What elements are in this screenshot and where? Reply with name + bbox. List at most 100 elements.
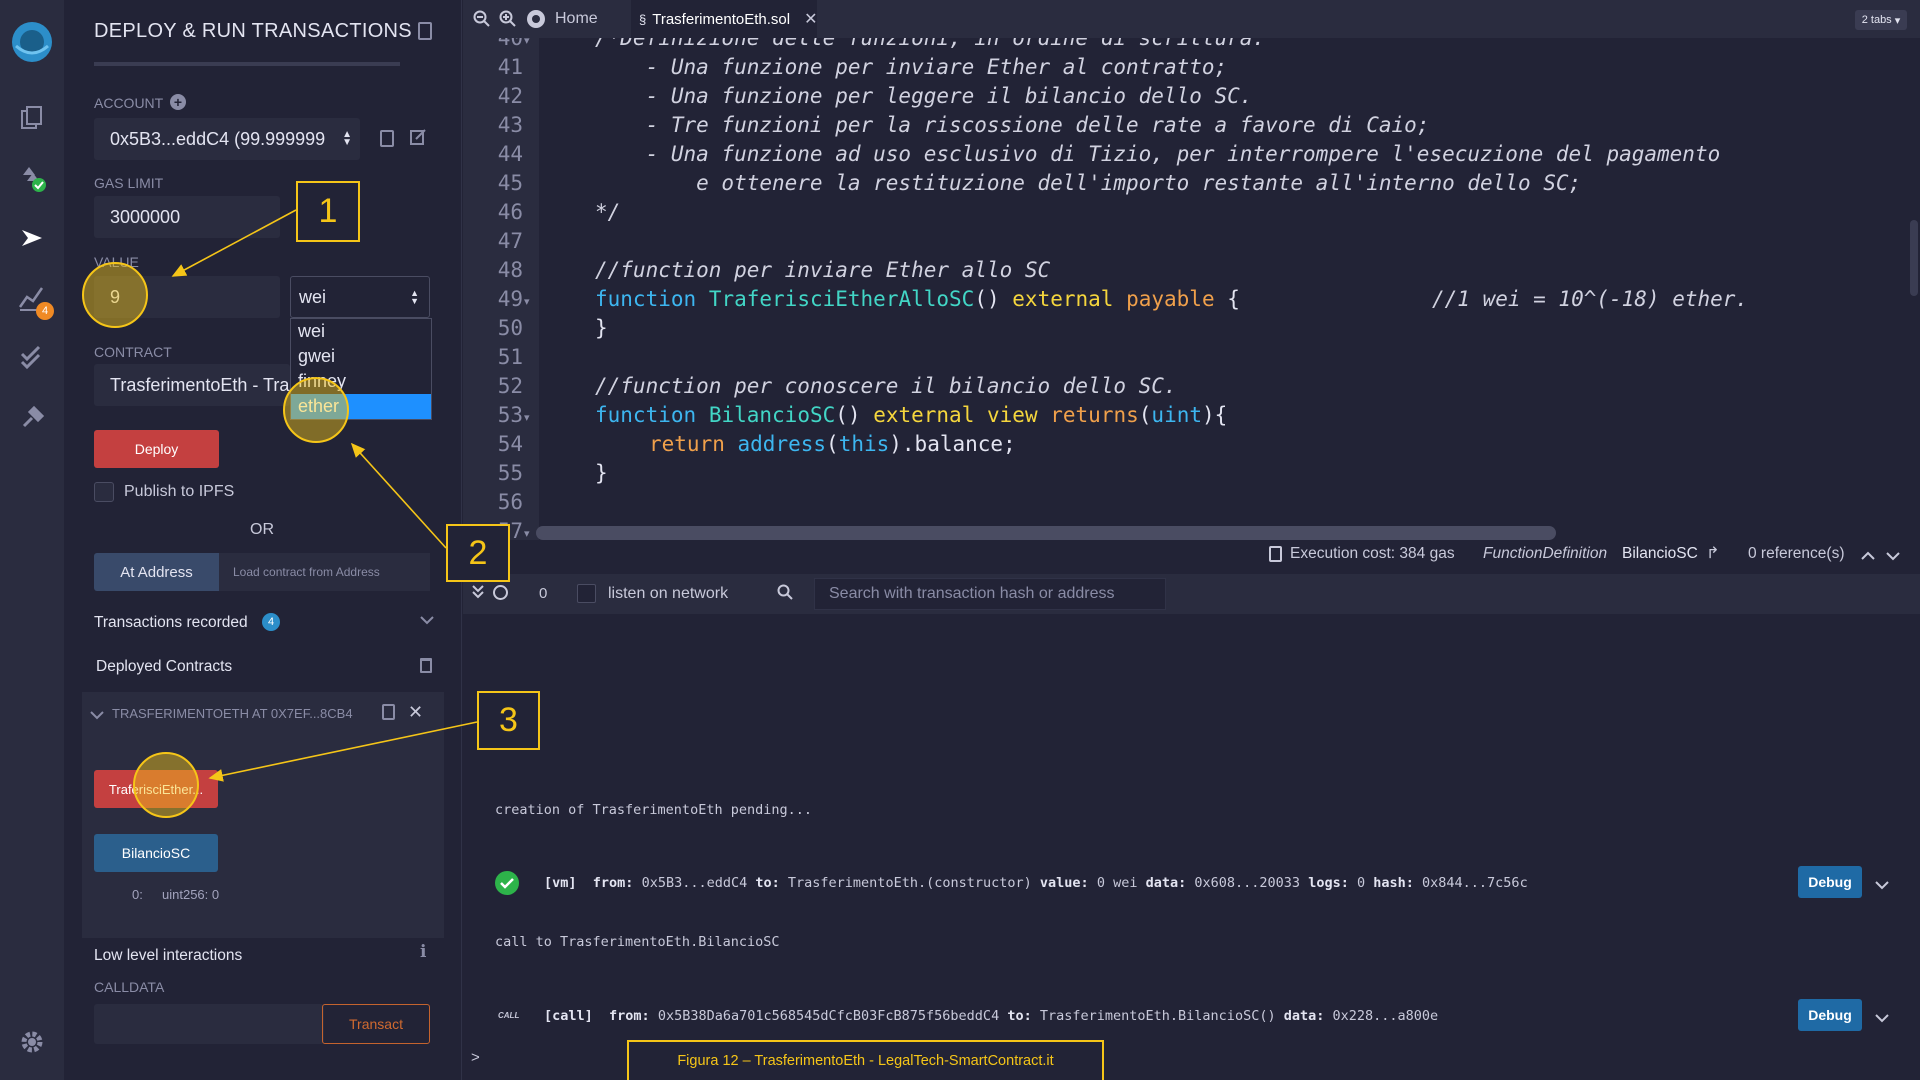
code-editor[interactable]: 40 ▾ 41 42 43 44 45 46 47 48 49 ▾ 50 51 52 53 ▾ 54 55 56 57 ▾… xyxy=(463,38,1920,546)
tabs-count-label: 2 tabs xyxy=(1861,14,1892,26)
code-line-45: e ottenere la restituzione dell'importo … xyxy=(595,171,1582,195)
vertical-scrollbar[interactable] xyxy=(1910,220,1918,296)
file-explorer-icon[interactable] xyxy=(14,100,50,136)
sign-message-icon[interactable] xyxy=(410,128,426,146)
account-select[interactable]: 0x5B3...eddC4 (99.999999 ▲ ▼ xyxy=(94,118,360,160)
highlight-ether-circle xyxy=(283,377,349,443)
bilancio-result-index: 0: xyxy=(132,887,143,902)
add-account-icon[interactable]: + xyxy=(170,94,186,110)
deploy-button[interactable]: Deploy xyxy=(94,430,219,468)
expand-tx-icon[interactable] xyxy=(1875,1010,1889,1028)
annotation-label-1: 1 xyxy=(296,181,360,242)
copy-instance-address-icon[interactable] xyxy=(382,704,395,720)
call-badge: CALL xyxy=(498,1011,520,1020)
fold-arrow-icon[interactable]: ▾ xyxy=(524,527,530,540)
tabs-count-dropdown[interactable]: 2 tabs ▾ xyxy=(1855,10,1907,30)
deploy-run-icon[interactable] xyxy=(14,220,50,256)
close-tab-icon[interactable]: ✕ xyxy=(804,9,817,29)
trash-icon[interactable] xyxy=(420,658,432,673)
paren-open: ( xyxy=(1138,403,1152,427)
code-line-49-comment: //1 wei = 10^(-18) ether. xyxy=(1432,287,1749,311)
remix-logo-icon[interactable] xyxy=(6,16,58,68)
chevron-down-icon[interactable] xyxy=(420,612,434,628)
line-number: 47 xyxy=(497,229,523,253)
plugin-manager-icon[interactable] xyxy=(14,400,50,436)
code-line-41: - Una funzione per inviare Ether al cont… xyxy=(595,55,1228,79)
code-line-43: - Tre funzioni per la riscossione delle … xyxy=(595,113,1430,137)
expand-tx-icon[interactable] xyxy=(1875,877,1889,895)
home-tab[interactable]: Home xyxy=(525,0,598,38)
zoom-out-icon[interactable] xyxy=(473,10,491,33)
line-number: 49 xyxy=(497,287,523,311)
analysis-badge: 4 xyxy=(36,302,54,320)
at-address-button[interactable]: At Address xyxy=(94,553,219,591)
load-contract-address-input[interactable]: Load contract from Address xyxy=(219,553,430,591)
unit-option-wei[interactable]: wei xyxy=(291,319,431,344)
code-line-46: */ xyxy=(595,200,621,224)
line-number: 52 xyxy=(497,374,523,398)
transact-button[interactable]: Transact xyxy=(322,1004,430,1044)
icon-bar: 4 xyxy=(0,0,64,1080)
highlight-traferisci-circle xyxy=(133,752,199,818)
unit-testing-icon[interactable] xyxy=(14,340,50,376)
paren: () xyxy=(835,403,861,427)
goto-definition-icon[interactable]: ↱ xyxy=(1706,543,1719,563)
transactions-recorded-label[interactable]: Transactions recorded xyxy=(94,614,248,632)
line-number: 44 xyxy=(497,142,523,166)
close-instance-icon[interactable]: ✕ xyxy=(408,702,423,723)
panel-docs-icon[interactable] xyxy=(418,22,432,40)
references-count: 0 reference(s) xyxy=(1748,545,1845,562)
chevron-up-icon[interactable] xyxy=(1861,548,1875,566)
info-icon[interactable]: i xyxy=(420,942,426,962)
listen-network-label: listen on network xyxy=(608,585,729,602)
listen-network-checkbox[interactable] xyxy=(577,584,596,603)
unit-select[interactable]: wei ▲ ▼ xyxy=(290,276,430,318)
line-number: 51 xyxy=(497,345,523,369)
publish-ipfs-checkbox[interactable] xyxy=(94,482,114,502)
collapse-terminal-icon[interactable] xyxy=(472,585,484,604)
zoom-in-icon[interactable] xyxy=(499,10,517,33)
kw-function: function xyxy=(595,403,697,427)
annotation-label-3: 3 xyxy=(477,691,540,750)
success-check-icon xyxy=(495,871,519,895)
home-remix-icon xyxy=(527,10,545,28)
calldata-input[interactable] xyxy=(94,1004,324,1044)
fold-arrow-icon[interactable]: ▾ xyxy=(524,295,530,308)
transaction-search-input[interactable]: Search with transaction hash or address xyxy=(814,578,1166,610)
settings-gear-icon[interactable] xyxy=(14,1024,50,1060)
pending-line: creation of TrasferimentoEth pending... xyxy=(495,802,812,818)
unit-option-gwei[interactable]: gwei xyxy=(291,344,431,369)
fold-arrow-icon[interactable]: ▾ xyxy=(524,411,530,424)
fn-traferisci: TraferisciEtherAlloSC xyxy=(708,287,975,311)
contract-select[interactable]: TrasferimentoEth - Tras xyxy=(94,364,290,406)
code-line-52: //function per conoscere il bilancio del… xyxy=(595,374,1177,398)
analysis-icon[interactable]: 4 xyxy=(14,280,54,320)
debug-button[interactable]: Debug xyxy=(1798,999,1862,1031)
figure-caption: Figura 12 – TrasferimentoEth - LegalTech… xyxy=(627,1040,1104,1080)
gas-limit-label: GAS LIMIT xyxy=(94,175,164,191)
horizontal-scrollbar[interactable] xyxy=(536,526,1556,540)
file-tab[interactable]: § TrasferimentoEth.sol ✕ xyxy=(631,0,817,38)
calldata-label: CALLDATA xyxy=(94,979,165,995)
clear-console-icon[interactable] xyxy=(493,585,508,600)
call-line: call to TrasferimentoEth.BilancioSC xyxy=(495,934,780,950)
solidity-compiler-icon[interactable] xyxy=(14,160,50,196)
deployed-contracts-label: Deployed Contracts xyxy=(96,658,233,675)
gas-limit-value: 3000000 xyxy=(110,206,181,227)
search-icon xyxy=(777,584,793,605)
fold-arrow-icon[interactable]: ▾ xyxy=(524,38,530,47)
line-number: 48 xyxy=(497,258,523,282)
code-line-55: } xyxy=(595,461,608,485)
bilancio-sc-button[interactable]: BilancioSC xyxy=(94,834,218,872)
balance-expr: ).balance; xyxy=(889,432,1016,456)
gas-limit-input[interactable]: 3000000 xyxy=(94,196,280,238)
line-number: 46 xyxy=(497,200,523,224)
instance-chevron-icon[interactable] xyxy=(90,707,104,725)
pending-tx-counter: 0 xyxy=(539,585,548,602)
chevron-down-icon[interactable] xyxy=(1886,548,1900,566)
bilancio-result: uint256: 0 xyxy=(162,887,220,902)
debug-button[interactable]: Debug xyxy=(1798,866,1862,898)
editor-tabs-bar: Home § TrasferimentoEth.sol ✕ 2 tabs ▾ xyxy=(463,0,1920,38)
copy-account-icon[interactable] xyxy=(380,130,394,147)
terminal-prompt[interactable]: > xyxy=(471,1049,480,1066)
